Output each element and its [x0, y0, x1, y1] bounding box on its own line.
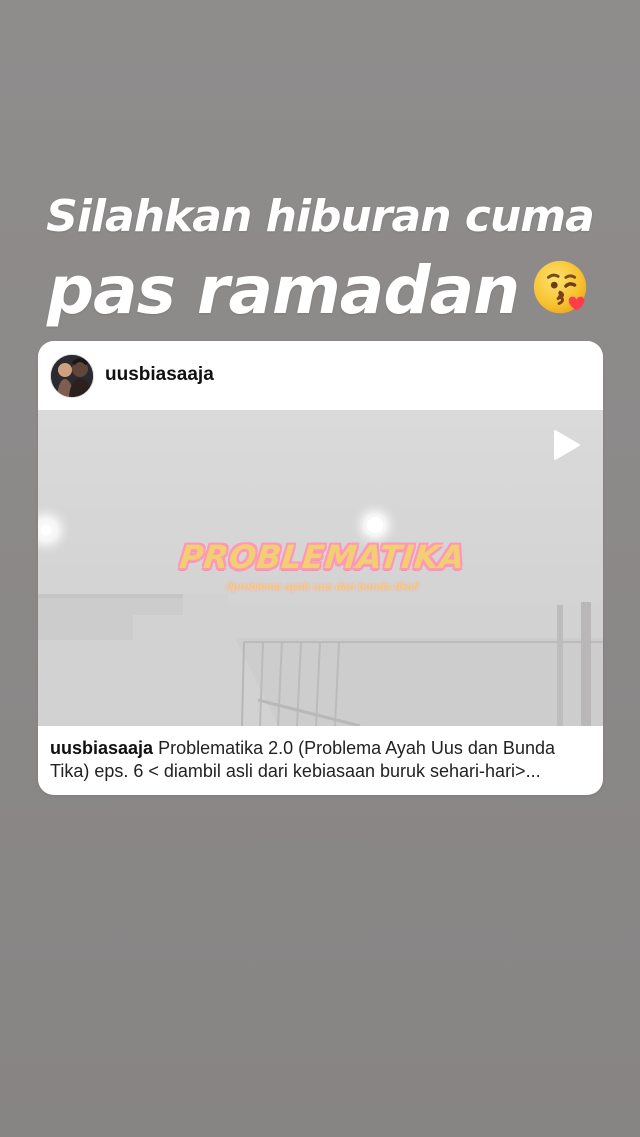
- post-caption: uusbiasaaja Problematika 2.0 (Problema A…: [50, 737, 590, 783]
- story-headline-line-1: Silahkan hiburan cuma: [46, 191, 595, 242]
- kissing-face-icon: [531, 257, 593, 319]
- post-header: uusbiasaaja: [38, 341, 603, 410]
- caption-username[interactable]: uusbiasaaja: [50, 738, 153, 758]
- video-overlay-subtitle: //problema ayah uus dan bunda tika//: [226, 581, 420, 593]
- post-username[interactable]: uusbiasaaja: [105, 363, 214, 387]
- shared-post-card[interactable]: uusbiasaaja PROBLEMATIKA //problema ayah…: [38, 341, 603, 795]
- story-headline-line-2-container: pas ramadan: [0, 252, 640, 330]
- avatar[interactable]: [50, 354, 94, 398]
- play-icon[interactable]: [549, 428, 583, 462]
- story-headline-line-2: pas ramadan: [46, 252, 520, 329]
- video-overlay-title: PROBLEMATIKA: [178, 538, 467, 576]
- video-thumbnail[interactable]: PROBLEMATIKA //problema ayah uus dan bun…: [38, 410, 603, 726]
